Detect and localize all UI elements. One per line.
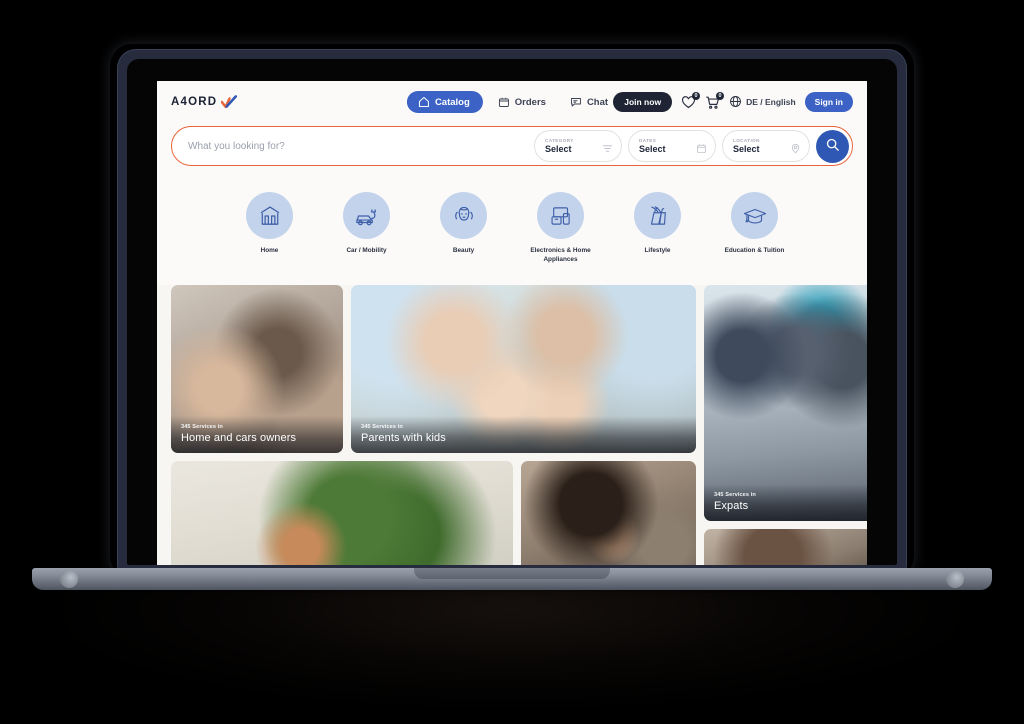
service-card-expats[interactable]: 345 Services in Expats xyxy=(704,284,867,521)
service-card-partial[interactable] xyxy=(704,528,867,565)
filter-category-label: CATEGORY xyxy=(545,138,574,143)
map-pin-icon xyxy=(790,141,801,153)
filter-location-value: Select xyxy=(733,144,760,154)
join-now-button[interactable]: Join now xyxy=(613,92,673,112)
category-car-mobility[interactable]: Car / Mobility xyxy=(328,192,406,265)
card-title: Parents with kids xyxy=(361,431,446,444)
service-card-travel[interactable] xyxy=(171,460,513,565)
shopping-bags-icon xyxy=(650,205,666,225)
card-column-right: 345 Services in Expats xyxy=(704,284,867,565)
nav-item-catalog[interactable]: Catalog xyxy=(406,91,483,113)
house-icon xyxy=(260,205,279,225)
check-mark-icon xyxy=(220,95,238,109)
laptop-base-notch xyxy=(414,568,610,579)
category-education[interactable]: Education & Tuition xyxy=(716,192,794,265)
brand-logo[interactable]: A4ORD xyxy=(171,95,238,109)
laptop-mockup-stage: A4ORD Catalog Orders Chat Join now 0 0 D… xyxy=(0,0,1024,724)
search-input[interactable] xyxy=(188,140,528,152)
category-shortcuts: Home Car / Mobility Beauty Electronics &… xyxy=(157,180,867,285)
wishlist-count-badge: 0 xyxy=(692,91,701,100)
card-title: Expats xyxy=(714,499,749,512)
cart-count-badge: 0 xyxy=(716,91,725,100)
category-education-label: Education & Tuition xyxy=(724,247,785,254)
language-switcher[interactable]: DE / English xyxy=(729,95,796,110)
card-kicker: 345 Services in xyxy=(714,491,756,498)
cart-button[interactable]: 0 xyxy=(705,91,725,110)
wishlist-button[interactable]: 0 xyxy=(681,91,701,110)
language-label: DE / English xyxy=(746,97,796,107)
category-electronics-label: Electronics & Home Appliances xyxy=(530,247,591,264)
laptop-base-foot-left xyxy=(60,570,78,588)
search-bar: CATEGORY Select DATES xyxy=(171,126,853,166)
service-card-parents-with-kids[interactable]: 345 Services in Parents with kids xyxy=(351,284,696,453)
category-beauty[interactable]: Beauty xyxy=(425,192,503,265)
globe-icon xyxy=(729,95,742,110)
card-overlay: 345 Services in Expats xyxy=(704,483,867,521)
browser-viewport: A4ORD Catalog Orders Chat Join now 0 0 D… xyxy=(157,81,867,565)
sign-in-button[interactable]: Sign in xyxy=(804,92,853,112)
graduation-cap-icon xyxy=(743,208,766,223)
card-kicker: 345 Services in xyxy=(181,423,223,430)
category-lifestyle[interactable]: Lifestyle xyxy=(619,192,697,265)
card-overlay: 345 Services in Home and cars owners xyxy=(171,415,343,453)
orders-box-icon xyxy=(498,96,510,108)
filter-dates-value: Select xyxy=(639,144,666,154)
category-electronics-circle xyxy=(537,192,584,239)
card-kicker: 345 Services in xyxy=(361,423,403,430)
filter-dates-label: DATES xyxy=(639,138,657,143)
filter-category-value: Select xyxy=(545,144,572,154)
beauty-face-icon xyxy=(454,206,473,221)
service-card-grid: 345 Services in Home and cars owners 345… xyxy=(157,284,867,565)
category-lifestyle-label: Lifestyle xyxy=(644,247,671,254)
nav-label-orders: Orders xyxy=(514,96,546,108)
search-submit-button[interactable] xyxy=(816,129,849,163)
filter-location-label: LOCATION xyxy=(733,138,760,143)
filter-category[interactable]: CATEGORY Select xyxy=(534,130,622,162)
nav-item-orders[interactable]: Orders xyxy=(489,91,555,113)
card-column-left: 345 Services in Home and cars owners 345… xyxy=(171,284,696,565)
category-home-circle xyxy=(246,192,293,239)
card-grid-row: 345 Services in Home and cars owners 345… xyxy=(171,284,867,565)
primary-nav: Catalog Orders Chat xyxy=(406,91,617,113)
category-car-label: Car / Mobility xyxy=(346,247,387,254)
category-beauty-label: Beauty xyxy=(452,247,475,254)
nav-item-chat[interactable]: Chat xyxy=(561,91,617,113)
laptop-base-foot-right xyxy=(946,570,964,588)
service-card-home-and-cars-owners[interactable]: 345 Services in Home and cars owners xyxy=(171,284,343,453)
category-beauty-circle xyxy=(440,192,487,239)
card-title: Home and cars owners xyxy=(181,431,297,444)
category-home-label: Home xyxy=(260,247,279,254)
category-electronics[interactable]: Electronics & Home Appliances xyxy=(522,192,600,265)
category-home[interactable]: Home xyxy=(231,192,309,265)
laptop-base xyxy=(32,568,992,590)
filter-location[interactable]: LOCATION Select xyxy=(722,130,810,162)
search-icon xyxy=(825,137,840,155)
filter-lines-icon xyxy=(602,141,613,152)
site-header: A4ORD Catalog Orders Chat Join now 0 0 D… xyxy=(157,81,867,123)
service-card-pets[interactable] xyxy=(521,460,696,565)
filter-dates[interactable]: DATES Select xyxy=(628,130,716,162)
electric-car-icon xyxy=(355,209,376,225)
category-car-circle xyxy=(343,192,390,239)
header-actions: Join now 0 0 DE / English Sign in xyxy=(613,91,853,112)
laptop-screen-bezel: A4ORD Catalog Orders Chat Join now 0 0 D… xyxy=(127,59,897,565)
card-grid-subrow: 345 Services in Home and cars owners 345… xyxy=(171,284,696,453)
devices-icon xyxy=(550,206,570,225)
calendar-icon xyxy=(696,141,707,153)
card-grid-subrow xyxy=(171,460,696,565)
category-lifestyle-circle xyxy=(634,192,681,239)
home-icon xyxy=(418,96,430,108)
card-overlay: 345 Services in Parents with kids xyxy=(351,415,696,453)
category-education-circle xyxy=(731,192,778,239)
nav-label-chat: Chat xyxy=(586,96,609,108)
chat-bubble-icon xyxy=(570,96,582,108)
laptop-drop-shadow xyxy=(60,586,964,706)
logo-text: A4ORD xyxy=(171,96,218,108)
laptop-lid: A4ORD Catalog Orders Chat Join now 0 0 D… xyxy=(118,50,906,570)
nav-label-catalog: Catalog xyxy=(434,96,470,108)
search-section: CATEGORY Select DATES xyxy=(157,123,867,180)
